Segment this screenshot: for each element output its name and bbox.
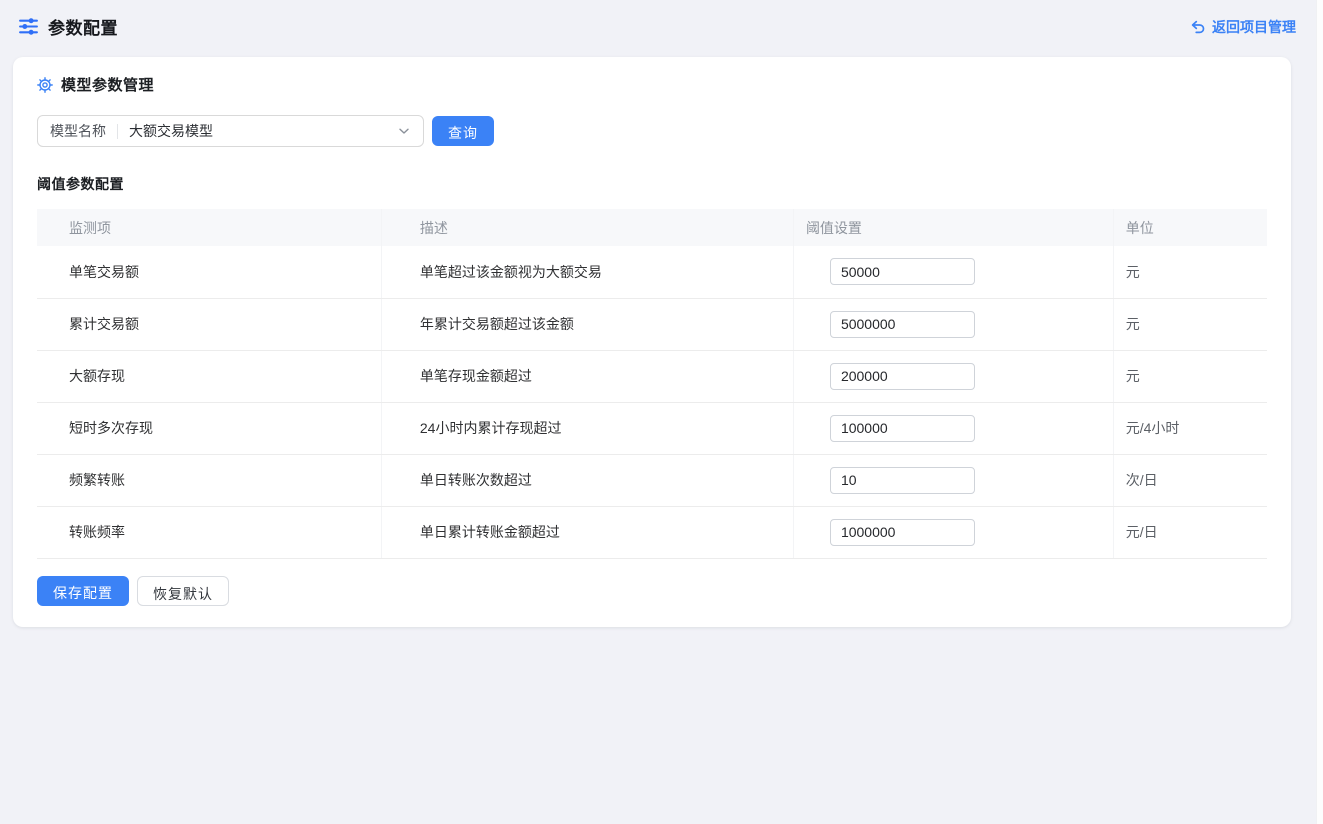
model-name-label: 模型名称 bbox=[50, 121, 106, 141]
threshold-cell bbox=[793, 402, 1113, 454]
panel-title: 模型参数管理 bbox=[61, 74, 154, 95]
description-cell: 单笔超过该金额视为大额交易 bbox=[381, 246, 793, 298]
description-cell: 单笔存现金额超过 bbox=[381, 350, 793, 402]
description-cell: 24小时内累计存现超过 bbox=[381, 402, 793, 454]
threshold-table-body: 单笔交易额 单笔超过该金额视为大额交易 元 累计交易额 年累计交易额超过该金额 … bbox=[37, 246, 1267, 558]
threshold-input[interactable] bbox=[830, 258, 975, 285]
description-cell: 单日转账次数超过 bbox=[381, 454, 793, 506]
table-row: 累计交易额 年累计交易额超过该金额 元 bbox=[37, 298, 1267, 350]
table-row: 大额存现 单笔存现金额超过 元 bbox=[37, 350, 1267, 402]
table-row: 频繁转账 单日转账次数超过 次/日 bbox=[37, 454, 1267, 506]
description-cell: 单日累计转账金额超过 bbox=[381, 506, 793, 558]
restore-default-button[interactable]: 恢复默认 bbox=[137, 576, 229, 606]
monitor-item-cell: 转账频率 bbox=[37, 506, 381, 558]
monitor-item-cell: 短时多次存现 bbox=[37, 402, 381, 454]
model-name-value: 大额交易模型 bbox=[129, 121, 397, 141]
threshold-cell bbox=[793, 298, 1113, 350]
sliders-icon bbox=[18, 16, 39, 37]
table-row: 单笔交易额 单笔超过该金额视为大额交易 元 bbox=[37, 246, 1267, 298]
threshold-cell bbox=[793, 454, 1113, 506]
query-button[interactable]: 查询 bbox=[432, 116, 494, 146]
model-name-select[interactable]: 模型名称 大额交易模型 bbox=[37, 115, 424, 147]
unit-cell: 元/日 bbox=[1113, 506, 1267, 558]
threshold-table: 监测项 描述 阈值设置 单位 单笔交易额 单笔超过该金额视为大额交易 元 累计交… bbox=[37, 209, 1267, 559]
chevron-down-icon bbox=[397, 124, 411, 138]
unit-cell: 元 bbox=[1113, 246, 1267, 298]
threshold-cell bbox=[793, 350, 1113, 402]
scrollbar-track[interactable] bbox=[1316, 0, 1323, 824]
threshold-input[interactable] bbox=[830, 311, 975, 338]
unit-cell: 元/4小时 bbox=[1113, 402, 1267, 454]
unit-cell: 元 bbox=[1113, 298, 1267, 350]
save-config-button[interactable]: 保存配置 bbox=[37, 576, 129, 606]
topbar: 参数配置 返回项目管理 bbox=[0, 0, 1323, 53]
gear-icon bbox=[37, 77, 53, 93]
threshold-input[interactable] bbox=[830, 415, 975, 442]
threshold-cell bbox=[793, 506, 1113, 558]
col-header-value: 阈值设置 bbox=[793, 209, 1113, 246]
col-header-desc: 描述 bbox=[381, 209, 793, 246]
panel-header: 模型参数管理 bbox=[37, 74, 1267, 95]
actions-row: 保存配置 恢复默认 bbox=[37, 576, 1267, 606]
page-header: 参数配置 bbox=[18, 14, 118, 39]
select-divider bbox=[117, 124, 118, 139]
monitor-item-cell: 单笔交易额 bbox=[37, 246, 381, 298]
threshold-input[interactable] bbox=[830, 363, 975, 390]
threshold-cell bbox=[793, 246, 1113, 298]
monitor-item-cell: 大额存现 bbox=[37, 350, 381, 402]
undo-icon bbox=[1190, 19, 1206, 35]
col-header-unit: 单位 bbox=[1113, 209, 1267, 246]
back-link-label: 返回项目管理 bbox=[1212, 17, 1296, 37]
back-to-project-link[interactable]: 返回项目管理 bbox=[1190, 17, 1296, 37]
unit-cell: 元 bbox=[1113, 350, 1267, 402]
table-row: 转账频率 单日累计转账金额超过 元/日 bbox=[37, 506, 1267, 558]
table-row: 短时多次存现 24小时内累计存现超过 元/4小时 bbox=[37, 402, 1267, 454]
threshold-input[interactable] bbox=[830, 519, 975, 546]
filter-row: 模型名称 大额交易模型 查询 bbox=[37, 115, 1267, 147]
unit-cell: 次/日 bbox=[1113, 454, 1267, 506]
model-parameter-card: 模型参数管理 模型名称 大额交易模型 查询 阈值参数配置 监测项 描述 阈值设置… bbox=[13, 57, 1291, 627]
monitor-item-cell: 累计交易额 bbox=[37, 298, 381, 350]
table-header-row: 监测项 描述 阈值设置 单位 bbox=[37, 209, 1267, 246]
col-header-item: 监测项 bbox=[37, 209, 381, 246]
threshold-section-title: 阈值参数配置 bbox=[37, 174, 1267, 194]
monitor-item-cell: 频繁转账 bbox=[37, 454, 381, 506]
description-cell: 年累计交易额超过该金额 bbox=[381, 298, 793, 350]
page-title: 参数配置 bbox=[48, 14, 118, 39]
threshold-input[interactable] bbox=[830, 467, 975, 494]
